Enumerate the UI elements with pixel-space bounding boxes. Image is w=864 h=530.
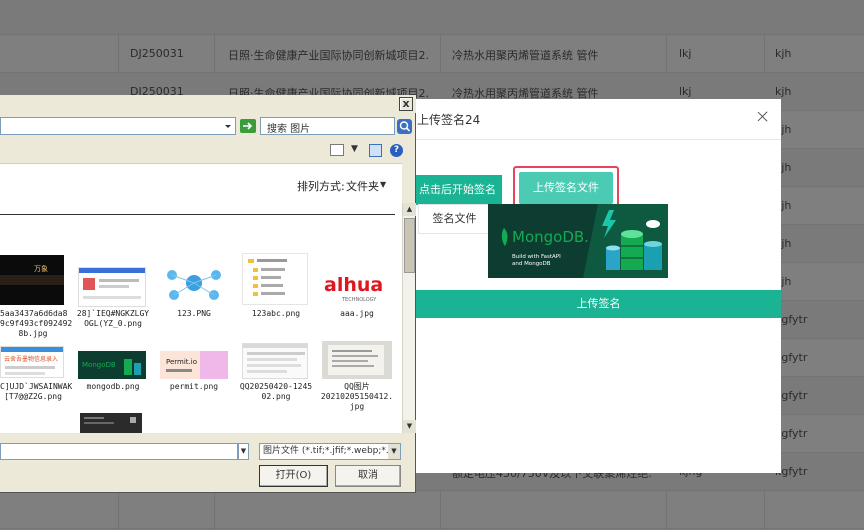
divider <box>407 139 781 140</box>
preview-subtitle-1: Build with FastAPI <box>512 254 561 260</box>
chevron-down-icon[interactable]: ▼ <box>238 443 249 460</box>
file-name-line: mongodb.png <box>86 382 140 391</box>
file-name[interactable]: mongodb.png <box>76 382 150 392</box>
modal-title: 上传签名24 <box>417 113 481 127</box>
file-name-line: OGL(YZ_0.png <box>84 319 142 328</box>
file-thumbnail[interactable]: 云舍吾墨物信息录入 <box>0 346 64 378</box>
card-title-text: 云舍吾墨物信息录入 <box>4 355 58 363</box>
go-arrow-icon[interactable] <box>240 119 256 133</box>
cloud-icon <box>646 220 660 228</box>
scroll-thumb[interactable] <box>404 218 415 273</box>
upload-signature-button[interactable]: 上传签名 <box>416 290 781 318</box>
file-thumbnail[interactable] <box>160 261 228 305</box>
search-icon[interactable] <box>397 119 412 134</box>
help-icon[interactable]: ? <box>390 144 403 157</box>
file-open-dialog: x 搜索 图片 ▼ ? 排列方式: 文件夹 ▼ ▲ ▼ 万象 alhua TECH… <box>0 95 416 493</box>
view-dropdown-icon[interactable]: ▼ <box>351 144 358 154</box>
file-name-line: C]UJD`JWSAINWAK <box>0 382 73 391</box>
sort-dropdown[interactable]: 文件夹 <box>346 178 379 194</box>
file-thumbnail[interactable]: alhua TECHNOLOGY <box>322 261 392 305</box>
upload-signature-modal: 上传签名24 点击后开始签名 上传签名文件 签名文件 MongoDB. Buil… <box>407 99 781 473</box>
preview-logo-text: MongoDB. <box>512 228 589 246</box>
file-name-input[interactable] <box>0 443 238 460</box>
file-name-line: 28]`IEQ#NGKZLGY <box>76 309 150 318</box>
file-name-line: 5aa3437a6d6da8 <box>0 309 68 318</box>
file-name-line: jpg <box>349 402 365 411</box>
file-name-line: 123abc.png <box>251 309 301 318</box>
file-name-line: QQ图片 <box>344 382 370 391</box>
file-name[interactable]: QQ图片 20210205150412. jpg <box>320 382 394 412</box>
mongodb-thumb-text: MongoDB <box>82 361 116 369</box>
file-thumbnail[interactable]: MongoDB <box>78 351 146 379</box>
address-bar[interactable] <box>0 117 236 135</box>
chevron-down-icon[interactable]: ▼ <box>388 444 400 459</box>
file-thumbnail[interactable]: Permit.io <box>160 351 228 379</box>
file-thumbnail[interactable] <box>242 253 308 305</box>
upload-signature-file-button[interactable]: 上传签名文件 <box>519 172 613 204</box>
preview-pane-icon[interactable] <box>369 144 382 157</box>
svg-text:万象: 万象 <box>34 264 48 273</box>
file-name-line: 123.PNG <box>177 309 211 318</box>
chevron-down-icon[interactable]: ▼ <box>380 180 386 189</box>
dahua-logo-text: alhua <box>324 274 383 296</box>
vertical-scrollbar[interactable]: ▲ ▼ <box>402 203 416 433</box>
close-icon[interactable] <box>755 109 771 125</box>
file-name[interactable]: QQ20250420-1245 02.png <box>238 382 314 402</box>
file-thumbnail[interactable] <box>322 341 392 379</box>
file-name-line: 9c9f493cf092492 <box>0 319 73 328</box>
file-thumbnail[interactable] <box>242 343 308 379</box>
file-thumbnail[interactable] <box>80 413 142 433</box>
preview-subtitle-2: and MongoDB <box>512 261 551 267</box>
file-thumbnail[interactable]: 万象 <box>0 255 64 305</box>
file-name[interactable]: aaa.jpg <box>322 309 392 319</box>
file-name[interactable]: permit.png <box>160 382 228 392</box>
file-name-line: aaa.jpg <box>340 309 374 318</box>
file-name[interactable]: 123abc.png <box>242 309 310 319</box>
signature-file-label: 签名文件 <box>418 204 490 234</box>
file-name-line: 20210205150412. <box>320 392 394 401</box>
file-name-line: 02.png <box>261 392 291 401</box>
dialog-titlebar[interactable] <box>0 95 416 113</box>
cancel-button[interactable]: 取消 <box>335 465 401 487</box>
dialog-close-button[interactable]: x <box>399 97 413 111</box>
file-name-line: [T7@@Z2G.png <box>4 392 62 401</box>
view-mode-icon[interactable] <box>330 144 344 156</box>
file-type-select[interactable]: 图片文件 (*.tif;*.jfif;*.webp;*.pj <box>259 443 401 460</box>
permit-thumb-text: Permit.io <box>166 358 197 366</box>
chevron-down-icon[interactable] <box>222 119 234 133</box>
file-name-line: 8b.jpg <box>18 329 48 338</box>
file-name[interactable]: 5aa3437a6d6da8 9c9f493cf092492 8b.jpg <box>0 309 73 339</box>
file-thumbnail[interactable] <box>78 267 146 307</box>
file-name-line: permit.png <box>169 382 219 391</box>
signature-preview-image: MongoDB. Build with FastAPI and MongoDB <box>488 204 668 278</box>
file-name-line: QQ20250420-1245 <box>239 382 313 391</box>
dahua-logo-subtext: TECHNOLOGY <box>341 297 377 303</box>
search-input[interactable]: 搜索 图片 <box>260 117 395 135</box>
scroll-up-icon[interactable]: ▲ <box>403 203 416 216</box>
file-name[interactable]: 28]`IEQ#NGKZLGY OGL(YZ_0.png <box>76 309 150 329</box>
tab-start-signing[interactable]: 点击后开始签名 <box>407 175 502 205</box>
file-name[interactable]: C]UJD`JWSAINWAK [T7@@Z2G.png <box>0 382 73 402</box>
scroll-down-icon[interactable]: ▼ <box>403 420 416 433</box>
sort-label: 排列方式: <box>297 180 345 193</box>
open-button[interactable]: 打开(O) <box>259 465 328 487</box>
divider <box>0 214 395 215</box>
file-name[interactable]: 123.PNG <box>160 309 228 319</box>
